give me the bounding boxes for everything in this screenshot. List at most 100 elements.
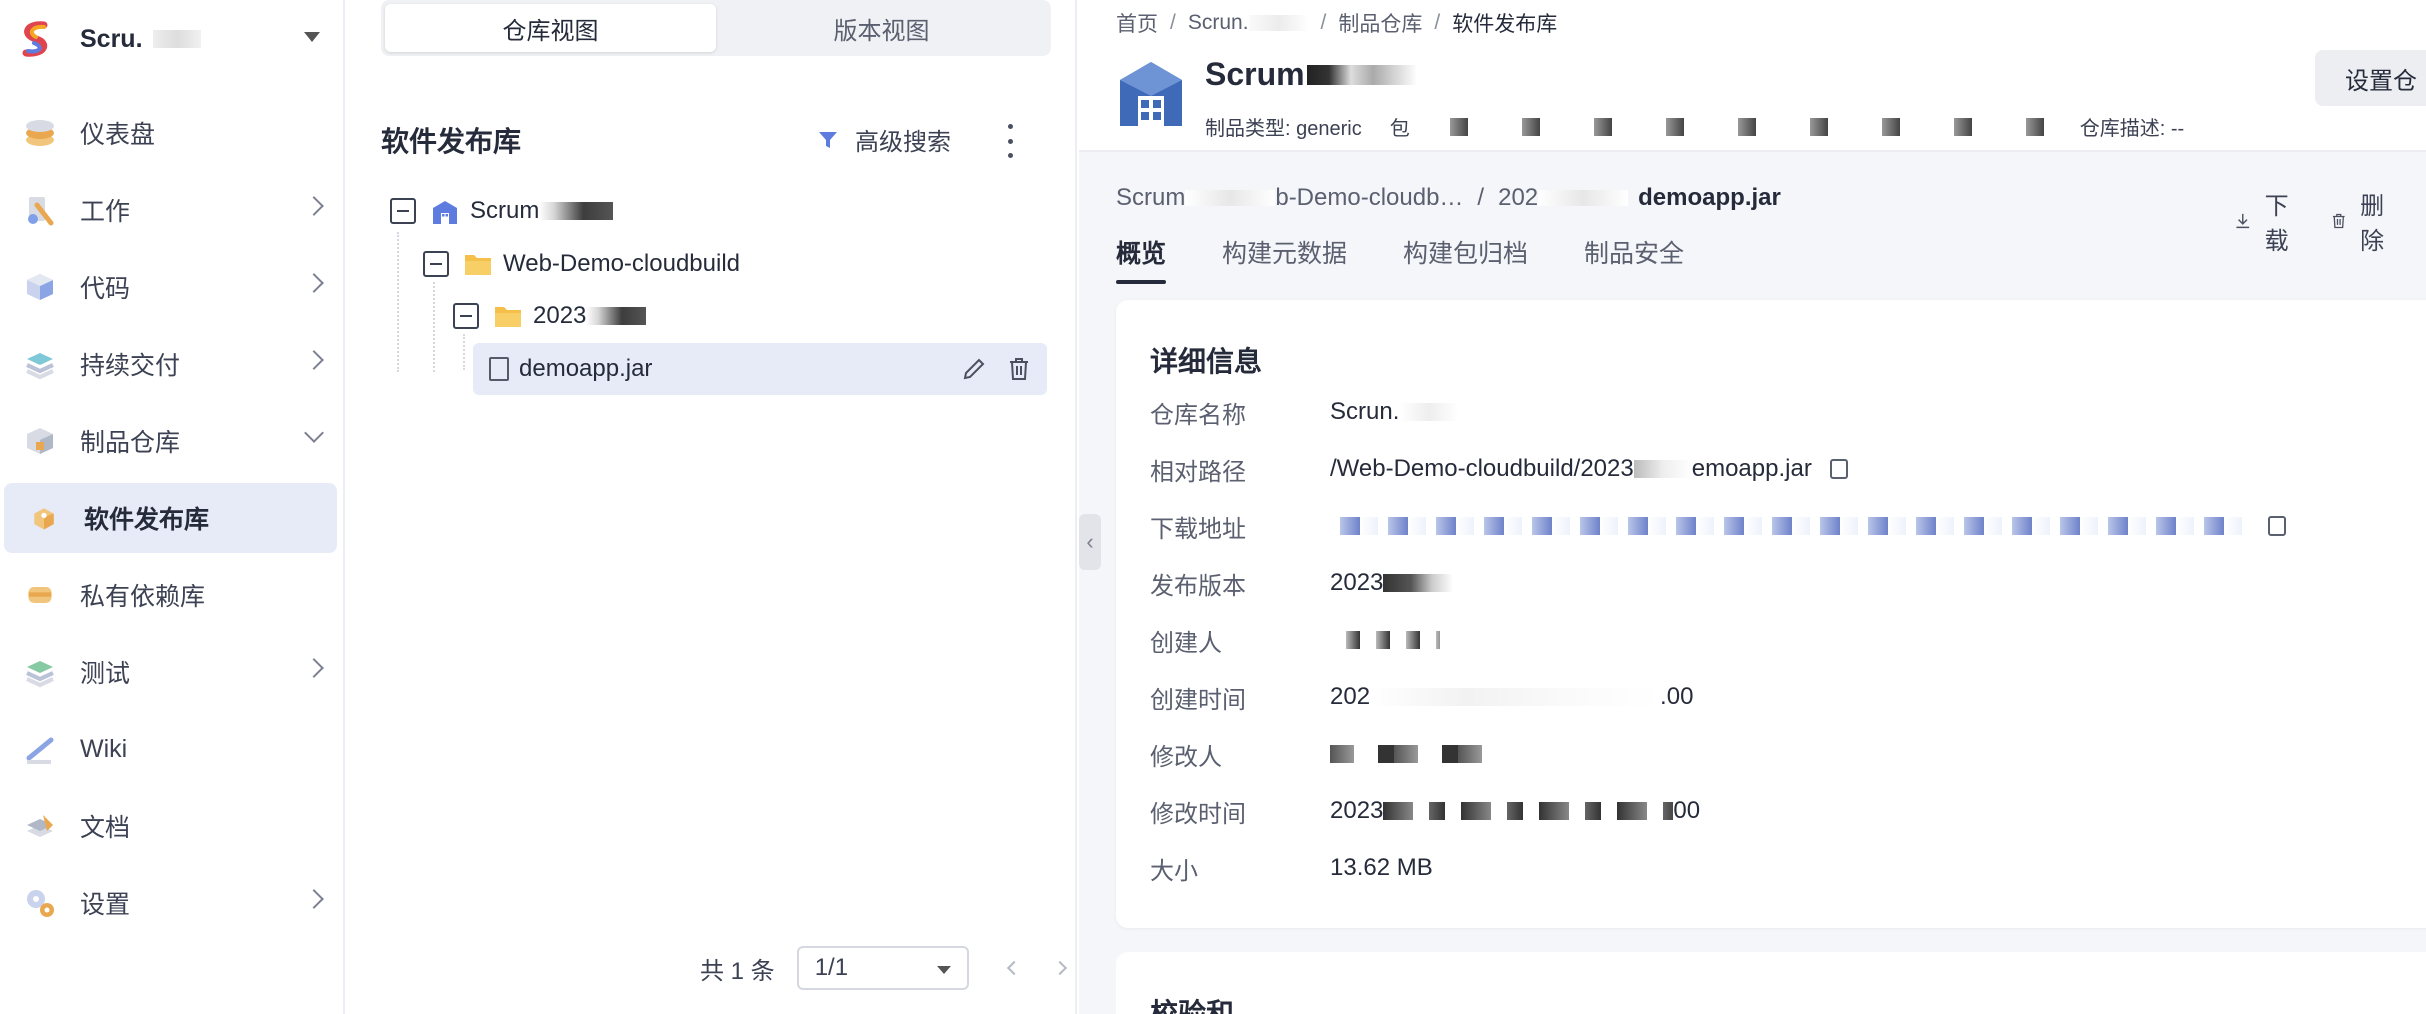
- tab-build-archive[interactable]: 构建包归档: [1403, 234, 1528, 284]
- redacted-text: [586, 307, 647, 325]
- tree-node-folder[interactable]: Web-Demo-cloudbuild: [423, 239, 740, 289]
- redacted-text: [1399, 403, 1460, 421]
- delete-icon[interactable]: [1007, 356, 1031, 389]
- docs-icon: [22, 808, 58, 844]
- info-value: Scrun.: [1330, 398, 1460, 426]
- redacted-text: [1330, 745, 1490, 763]
- tree-node-file[interactable]: demoapp.jar: [473, 343, 1047, 395]
- sidebar-item-artifact-repo[interactable]: 制品仓库: [0, 406, 343, 476]
- filter-icon: [817, 129, 839, 151]
- download-icon: [2236, 213, 2250, 229]
- prev-page-icon[interactable]: [1006, 960, 1021, 976]
- info-value-text: .00: [1660, 683, 1694, 710]
- repo-settings-button[interactable]: 设置仓: [2315, 50, 2426, 106]
- tree-node-label: Scrum: [470, 197, 540, 224]
- pagination: 共 1 条 1/1: [700, 946, 1067, 990]
- view-switcher: 仓库视图 版本视图: [381, 0, 1051, 56]
- info-value: 2023: [1330, 569, 1454, 597]
- info-key: 创建人: [1150, 629, 1222, 657]
- detail-info-card: 详细信息 仓库名称 Scrun. 相对路径 /Web-Demo-cloudbui…: [1116, 300, 2426, 928]
- folder-icon: [493, 303, 523, 329]
- info-row-relative-path: 相对路径 /Web-Demo-cloudbuild/2023 emoapp.ja…: [1150, 449, 1848, 489]
- sidebar-item-wiki[interactable]: Wiki: [0, 714, 343, 784]
- sidebar-item-delivery[interactable]: 持续交付: [0, 329, 343, 399]
- redacted-text: [1383, 802, 1674, 820]
- sidebar-item-release-repo[interactable]: 软件发布库: [4, 483, 337, 553]
- info-value: 202 .00: [1330, 683, 1693, 711]
- tree-node-repo[interactable]: Scrum: [390, 186, 614, 236]
- sidebar-item-settings[interactable]: 设置: [0, 868, 343, 938]
- breadcrumb-artifact-repo[interactable]: 制品仓库: [1338, 8, 1422, 38]
- section-heading: 详细信息: [1150, 346, 1263, 377]
- page-select[interactable]: 1/1: [796, 946, 969, 990]
- tab-overview[interactable]: 概览: [1116, 234, 1167, 284]
- sidebar-item-label: 制品仓库: [80, 429, 181, 457]
- copy-icon[interactable]: [2268, 516, 2286, 536]
- chevron-down-icon[interactable]: [304, 32, 320, 42]
- tab-repository-view[interactable]: 仓库视图: [385, 4, 716, 52]
- path-segment[interactable]: 202: [1498, 184, 1538, 212]
- collapse-toggle[interactable]: [453, 303, 479, 329]
- tree-node-label: demoapp.jar: [519, 355, 653, 382]
- info-row-release-version: 发布版本 2023: [1150, 563, 1454, 603]
- project-name: Scru.: [80, 24, 143, 53]
- path-segment[interactable]: Scrum: [1116, 184, 1185, 212]
- next-page-icon[interactable]: [1052, 960, 1067, 976]
- sidebar-item-label: 代码: [80, 275, 131, 303]
- chevron-right-icon: [304, 196, 324, 216]
- info-value: /Web-Demo-cloudbuild/2023 emoapp.jar: [1330, 455, 1848, 483]
- repository-icon: [1116, 56, 1186, 130]
- info-key: 大小: [1150, 857, 1198, 885]
- info-value: [1330, 745, 1490, 763]
- dependency-repo-icon: [22, 577, 58, 613]
- path-segment[interactable]: b-Demo-cloudb…: [1275, 184, 1463, 212]
- panel-collapse-handle[interactable]: ‹: [1079, 514, 1101, 570]
- info-key: 仓库名称: [1150, 401, 1246, 429]
- download-button[interactable]: 下载: [2235, 186, 2299, 256]
- project-switcher[interactable]: Scru.: [14, 14, 334, 64]
- sidebar-item-code[interactable]: 代码: [0, 252, 343, 322]
- folder-icon: [463, 251, 493, 277]
- tree-node-version-folder[interactable]: 2023: [453, 291, 647, 341]
- info-value-text: /Web-Demo-cloudbuild/2023: [1330, 455, 1634, 482]
- info-key: 修改人: [1150, 743, 1222, 771]
- info-value-text: emoapp.jar: [1691, 455, 1812, 482]
- redacted-text: [1330, 631, 1440, 649]
- artifact-detail-panel: 首页 / Scrun. / 制品仓库 / 软件发布库 Scrum 制品类型: g…: [1079, 0, 2426, 1014]
- info-key: 下载地址: [1150, 515, 1246, 543]
- sidebar-item-test[interactable]: 测试: [0, 637, 343, 707]
- info-row-modified-time: 修改时间 2023 00: [1150, 791, 1700, 831]
- tab-artifact-security[interactable]: 制品安全: [1584, 234, 1684, 284]
- breadcrumb-project[interactable]: Scrun.: [1188, 11, 1249, 35]
- breadcrumb-current: 软件发布库: [1452, 13, 1558, 36]
- delete-icon: [2332, 213, 2345, 229]
- chevron-right-icon: [304, 658, 324, 678]
- sidebar-item-dashboard[interactable]: 仪表盘: [0, 98, 343, 168]
- chevron-down-icon: [304, 423, 324, 443]
- repo-meta-prefix: 包: [1389, 118, 1410, 140]
- tab-build-metadata[interactable]: 构建元数据: [1222, 234, 1347, 284]
- sidebar-item-label: 仪表盘: [80, 121, 156, 149]
- copy-icon[interactable]: [1829, 459, 1848, 479]
- advanced-search-button[interactable]: 高级搜索: [817, 122, 951, 157]
- edit-icon[interactable]: [961, 356, 987, 389]
- collapse-toggle[interactable]: [423, 251, 449, 277]
- download-label: 下载: [2264, 193, 2289, 255]
- file-actions: [961, 356, 1031, 389]
- redacted-text: [1185, 190, 1276, 206]
- collapse-toggle[interactable]: [390, 198, 416, 224]
- sidebar-item-docs[interactable]: 文档: [0, 791, 343, 861]
- info-row-created-time: 创建时间 202 .00: [1150, 677, 1693, 717]
- info-value: 2023 00: [1330, 797, 1700, 825]
- delete-button[interactable]: 删除: [2331, 186, 2395, 256]
- sidebar-item-work[interactable]: 工作: [0, 175, 343, 245]
- detail-header: 首页 / Scrun. / 制品仓库 / 软件发布库 Scrum 制品类型: g…: [1079, 0, 2426, 152]
- sidebar-item-dependency-repo[interactable]: 私有依赖库: [0, 560, 343, 630]
- redacted-text: [1383, 574, 1454, 592]
- redacted-text: [1370, 688, 1661, 706]
- info-row-repo-name: 仓库名称 Scrun.: [1150, 392, 1460, 432]
- breadcrumb-home[interactable]: 首页: [1116, 8, 1158, 38]
- sidebar-item-label: 持续交付: [80, 352, 181, 380]
- tab-version-view[interactable]: 版本视图: [716, 4, 1047, 52]
- more-options-icon[interactable]: [1005, 124, 1015, 158]
